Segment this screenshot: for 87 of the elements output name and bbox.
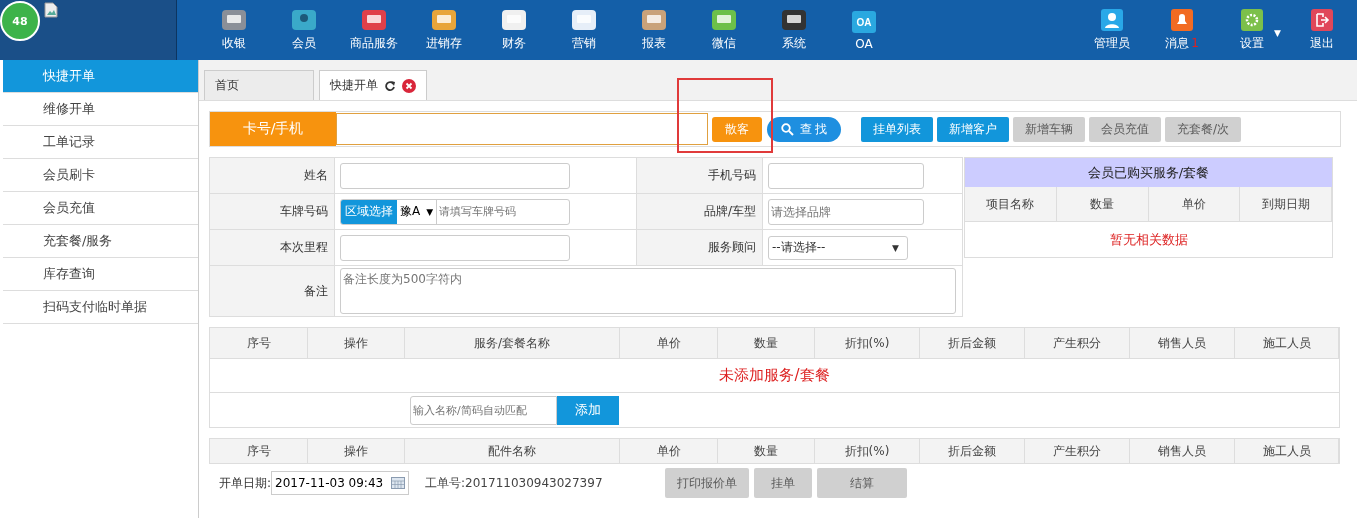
panel-title: 会员已购买服务/套餐 <box>965 158 1332 187</box>
column-header: 销售人员 <box>1130 439 1235 463</box>
remark-field[interactable]: 备注长度为500字符内 <box>340 268 956 314</box>
sidebar-item[interactable]: 会员充值 <box>3 192 198 225</box>
column-header: 序号 <box>210 439 308 463</box>
field-label: 备注 <box>210 266 335 317</box>
sidebar-item[interactable]: 维修开单 <box>3 93 198 126</box>
broken-image-icon <box>44 2 58 18</box>
nav-item[interactable]: 会员 <box>269 0 339 60</box>
empty-message: 未添加服务/套餐 <box>719 366 830 385</box>
column-header: 数量 <box>718 439 815 463</box>
refresh-icon[interactable] <box>384 79 396 92</box>
level-badge: 48 <box>0 1 40 41</box>
gear-icon <box>1241 8 1263 31</box>
search-label: 卡号/手机 <box>210 112 336 146</box>
nav-item[interactable]: 系统 <box>759 0 829 60</box>
user-menu-item[interactable]: 消息 1 <box>1147 0 1217 60</box>
nav-item[interactable]: OA OA <box>829 0 899 60</box>
column-header: 销售人员 <box>1130 328 1235 358</box>
column-header: 配件名称 <box>405 439 620 463</box>
field-label: 服务顾问 <box>637 230 763 266</box>
search-icon <box>780 122 794 136</box>
column-header: 施工人员 <box>1235 439 1339 463</box>
logout-icon <box>1311 8 1333 31</box>
find-button[interactable]: 查 找 <box>767 116 841 142</box>
user-menu-item[interactable]: 退出 <box>1287 0 1357 60</box>
close-icon[interactable] <box>402 78 416 93</box>
add-button[interactable]: 添加 <box>557 395 619 425</box>
sidebar-item[interactable]: 快捷开单 <box>3 60 198 93</box>
sidebar-item[interactable]: 会员刷卡 <box>3 159 198 192</box>
column-header: 产生积分 <box>1025 328 1130 358</box>
date-label: 开单日期: <box>219 474 272 492</box>
caret-icon: ▼ <box>1274 28 1281 38</box>
column-header: 数量 <box>718 328 815 358</box>
column-header: 到期日期 <box>1240 187 1332 221</box>
column-header: 折后金额 <box>920 328 1025 358</box>
nav-item[interactable]: 营销 <box>549 0 619 60</box>
sidebar-item[interactable]: 充套餐/服务 <box>3 225 198 258</box>
field-label: 车牌号码 <box>210 194 335 230</box>
tab[interactable]: 快捷开单 <box>319 70 427 100</box>
column-header: 序号 <box>210 328 308 358</box>
user-menu-item[interactable]: 设置 ▼ <box>1217 0 1287 60</box>
empty-message: 暂无相关数据 <box>965 221 1332 257</box>
nav-item[interactable]: 收银 <box>199 0 269 60</box>
column-header: 折扣(%) <box>815 328 920 358</box>
user-menu-item[interactable]: 管理员 <box>1077 0 1147 60</box>
field-label: 本次里程 <box>210 230 335 266</box>
order-number: 工单号:201711030943027397 <box>425 474 603 492</box>
plate-field[interactable]: 区域选择 豫A ▼ 请填写车牌号码 <box>340 198 570 225</box>
field-label: 品牌/车型 <box>637 194 763 230</box>
column-header: 施工人员 <box>1235 328 1339 358</box>
card-phone-field[interactable] <box>336 113 708 145</box>
column-header: 项目名称 <box>965 187 1057 221</box>
nav-item[interactable]: 报表 <box>619 0 689 60</box>
input-field[interactable] <box>768 162 924 189</box>
column-header: 产生积分 <box>1025 439 1130 463</box>
calendar-icon <box>391 477 406 489</box>
column-header: 操作 <box>308 328 405 358</box>
nav-item[interactable]: 商品服务 <box>339 0 409 60</box>
field-label: 姓名 <box>210 158 335 194</box>
advisor-select[interactable]: --请选择-- ▼ <box>768 235 908 260</box>
sidebar-item[interactable]: 扫码支付临时单据 <box>3 291 198 324</box>
service-search-field[interactable]: 输入名称/简码自动匹配 <box>410 395 557 425</box>
sidebar-item[interactable]: 工单记录 <box>3 126 198 159</box>
tab[interactable]: 首页 <box>204 70 314 100</box>
nav-item[interactable]: 微信 <box>689 0 759 60</box>
oa-icon: OA <box>851 9 877 34</box>
input-field[interactable] <box>340 234 570 261</box>
column-header: 服务/套餐名称 <box>405 328 620 358</box>
column-header: 单价 <box>620 328 718 358</box>
region-select-button[interactable]: 区域选择 <box>341 199 397 224</box>
action-button[interactable]: 挂单列表 <box>861 116 933 142</box>
column-header: 单价 <box>620 439 718 463</box>
nav-item[interactable]: 财务 <box>479 0 549 60</box>
column-header: 单价 <box>1148 187 1241 221</box>
sidebar-item[interactable]: 库存查询 <box>3 258 198 291</box>
field-label: 手机号码 <box>637 158 763 194</box>
input-field[interactable]: 请选择品牌 <box>768 198 924 225</box>
column-header: 折扣(%) <box>815 439 920 463</box>
column-header: 折后金额 <box>920 439 1025 463</box>
action-button[interactable]: 新增客户 <box>937 116 1009 142</box>
column-header: 操作 <box>308 439 405 463</box>
column-header: 数量 <box>1056 187 1149 221</box>
input-field[interactable] <box>340 162 570 189</box>
nav-item[interactable]: 进销存 <box>409 0 479 60</box>
bell-icon <box>1171 8 1193 31</box>
date-field[interactable]: 2017-11-03 09:43 <box>271 471 410 495</box>
